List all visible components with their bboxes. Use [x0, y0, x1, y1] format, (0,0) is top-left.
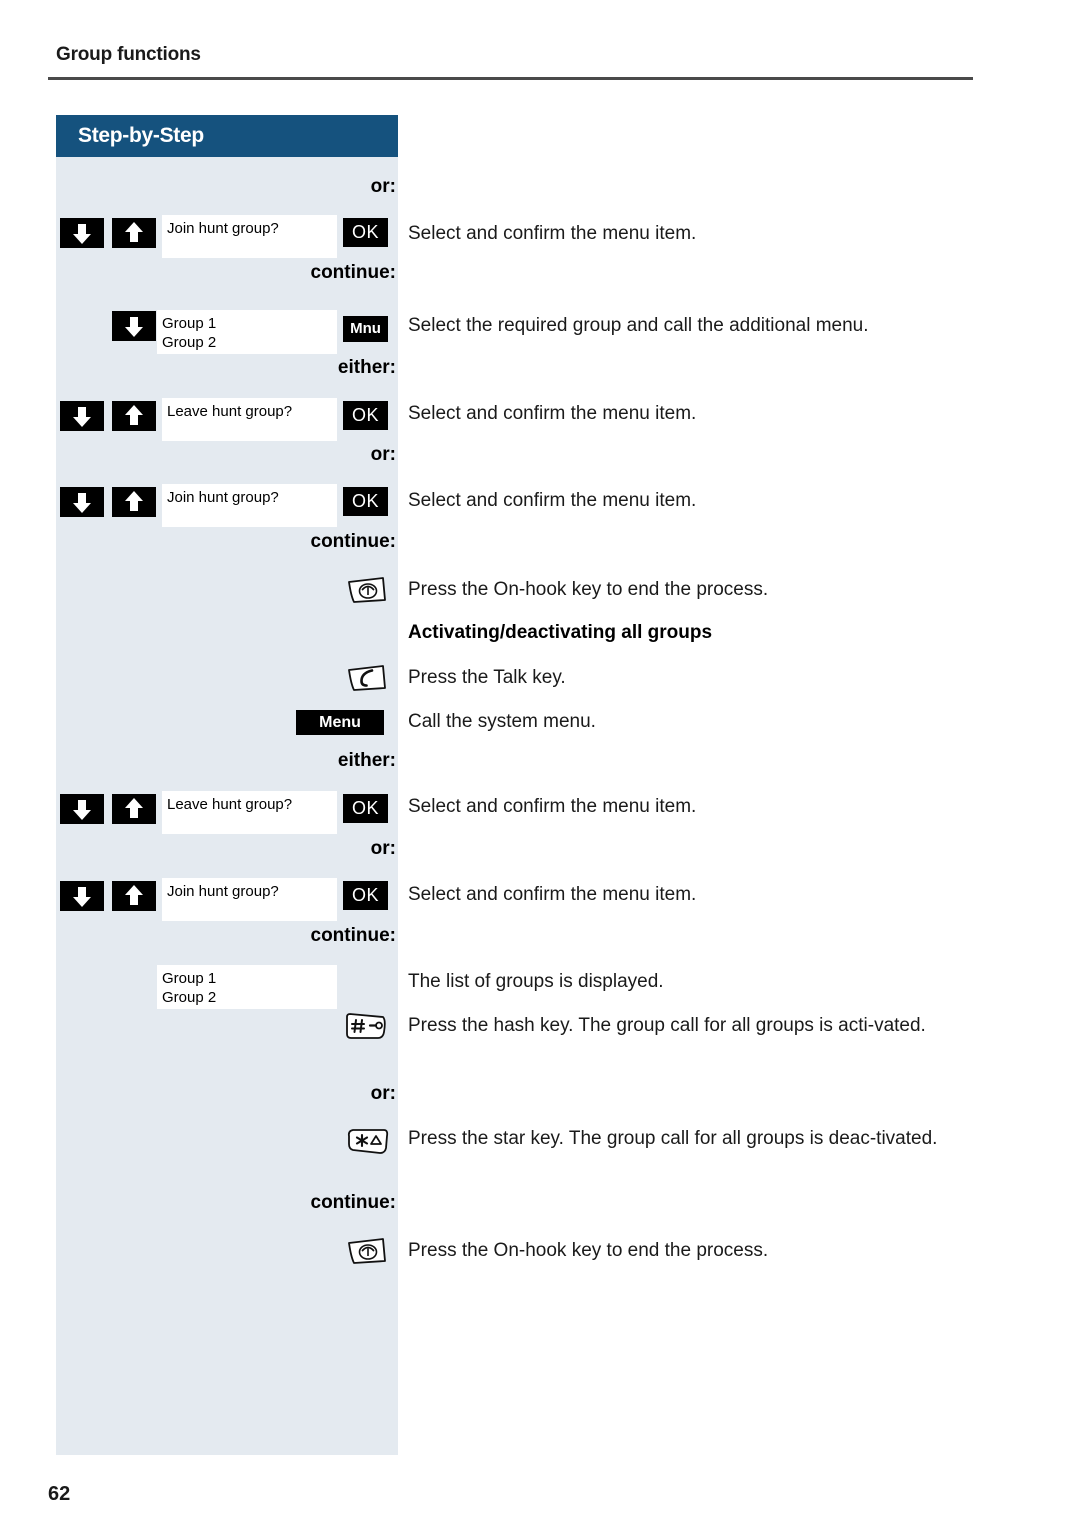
lcd-display-7: Group 1 Group 2: [157, 965, 337, 1009]
lcd-line: Join hunt group?: [167, 220, 279, 237]
explanation-2: Select the required group and call the a…: [408, 315, 869, 336]
lcd-line: Group 2: [162, 334, 217, 351]
explanation-3: Select and confirm the menu item.: [408, 403, 697, 424]
star-key-icon[interactable]: [343, 1125, 391, 1157]
down-arrow-key-5[interactable]: [60, 794, 104, 824]
softkey-ok-1[interactable]: OK: [343, 218, 388, 247]
connector-or-3: or:: [370, 838, 396, 859]
connector-continue-4: continue:: [310, 1192, 397, 1213]
lcd-display-3: Leave hunt group?: [162, 398, 337, 441]
on-hook-key-icon-2[interactable]: [345, 1235, 389, 1267]
lcd-display-5: Leave hunt group?: [162, 791, 337, 834]
lcd-line: Group 1: [162, 970, 217, 987]
softkey-ok-3[interactable]: OK: [343, 487, 388, 516]
explanation-6: Press the Talk key.: [408, 667, 566, 688]
up-arrow-key-5[interactable]: [112, 794, 156, 824]
connector-either-2: either:: [337, 750, 396, 771]
softkey-ok-2[interactable]: OK: [343, 401, 388, 430]
explanation-9: Select and confirm the menu item.: [408, 884, 697, 905]
softkey-menu[interactable]: Menu: [296, 710, 384, 735]
talk-key-icon[interactable]: [345, 662, 389, 694]
connector-continue-3: continue:: [310, 925, 397, 946]
lcd-line: Group 2: [162, 989, 217, 1006]
explanation-11: Press the hash key. The group call for a…: [408, 1015, 926, 1036]
down-arrow-key-2[interactable]: [112, 311, 156, 341]
lcd-display-6: Join hunt group?: [162, 878, 337, 921]
down-arrow-key-3[interactable]: [60, 401, 104, 431]
lcd-line: Join hunt group?: [167, 489, 279, 506]
hash-key-icon[interactable]: [343, 1011, 391, 1043]
up-arrow-key-4[interactable]: [112, 487, 156, 517]
explanation-13: Press the On-hook key to end the process…: [408, 1240, 769, 1261]
connector-either-1: either:: [337, 357, 396, 378]
lcd-display-2: Group 1 Group 2: [157, 310, 337, 354]
up-arrow-key-3[interactable]: [112, 401, 156, 431]
explanation-7: Call the system menu.: [408, 711, 596, 732]
connector-or-1: or:: [370, 176, 396, 197]
connector-or-4: or:: [370, 1083, 396, 1104]
up-arrow-key-6[interactable]: [112, 881, 156, 911]
explanation-5: Press the On-hook key to end the process…: [408, 579, 769, 600]
step-by-step-title: Step-by-Step: [78, 124, 204, 147]
lcd-line: Join hunt group?: [167, 883, 279, 900]
down-arrow-key-6[interactable]: [60, 881, 104, 911]
lcd-display-4: Join hunt group?: [162, 484, 337, 527]
softkey-mnu[interactable]: Mnu: [343, 316, 388, 342]
connector-continue-1: continue:: [310, 262, 397, 283]
lcd-line: Group 1: [162, 315, 217, 332]
down-arrow-key-4[interactable]: [60, 487, 104, 517]
explanation-12: Press the star key. The group call for a…: [408, 1128, 938, 1149]
connector-continue-2: continue:: [310, 531, 397, 552]
lcd-display-1: Join hunt group?: [162, 215, 337, 258]
header-divider: [48, 77, 973, 80]
connector-or-2: or:: [370, 444, 396, 465]
lcd-line: Leave hunt group?: [167, 403, 293, 420]
step-by-step-header: Step-by-Step: [56, 115, 398, 157]
explanation-4: Select and confirm the menu item.: [408, 490, 697, 511]
page-number: 62: [48, 1483, 71, 1505]
explanation-10: The list of groups is displayed.: [408, 971, 664, 992]
softkey-ok-5[interactable]: OK: [343, 881, 388, 910]
down-arrow-key-1[interactable]: [60, 218, 104, 248]
lcd-line: Leave hunt group?: [167, 796, 293, 813]
section-heading: Activating/deactivating all groups: [408, 622, 713, 643]
softkey-ok-4[interactable]: OK: [343, 794, 388, 823]
on-hook-key-icon-1[interactable]: [345, 574, 389, 606]
explanation-1: Select and confirm the menu item.: [408, 223, 697, 244]
page-title: Group functions: [56, 44, 201, 65]
up-arrow-key-1[interactable]: [112, 218, 156, 248]
explanation-8: Select and confirm the menu item.: [408, 796, 697, 817]
